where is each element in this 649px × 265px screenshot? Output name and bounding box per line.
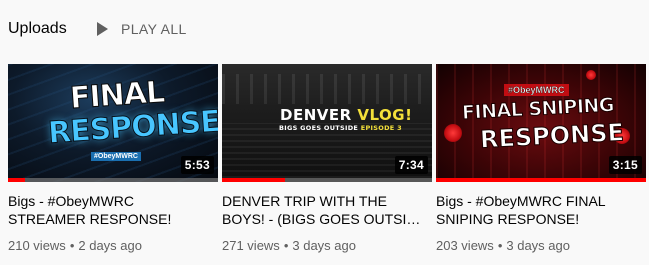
thumbnail-subtext-yellow: EPISODE 3 (360, 124, 402, 132)
thumbnail-text: DENVER VLOG! (280, 106, 412, 124)
watch-progress-bar (436, 178, 646, 182)
duration-badge: 3:15 (608, 156, 642, 174)
thumbnail-decoration (586, 70, 596, 80)
meta-separator: • (283, 238, 289, 253)
video-card[interactable]: DENVER VLOG! BIGS GOES OUTSIDE EPISODE 3… (222, 64, 432, 253)
thumbnail-text-white: DENVER (280, 106, 358, 124)
video-title[interactable]: Bigs - #ObeyMWRC STREAMER RESPONSE! (8, 192, 208, 228)
section-title: Uploads (8, 20, 67, 37)
video-thumbnail[interactable]: DENVER VLOG! BIGS GOES OUTSIDE EPISODE 3… (222, 64, 432, 182)
watch-progress-fill (222, 178, 285, 182)
upload-age: 3 days ago (506, 238, 570, 253)
duration-badge: 5:53 (180, 156, 214, 174)
video-thumbnail[interactable]: FINAL RESPONSE #ObeyMWRC 5:53 (8, 64, 218, 182)
duration-badge: 7:34 (394, 156, 428, 174)
watch-progress-fill (8, 178, 25, 182)
view-count: 271 views (222, 238, 280, 253)
video-title[interactable]: DENVER TRIP WITH THE BOYS! - (BIGS GOES … (222, 192, 422, 228)
thumbnail-background (222, 74, 432, 104)
watch-progress-fill (436, 178, 646, 182)
video-meta: 210 views • 2 days ago (8, 238, 218, 253)
section-header: Uploads (8, 18, 67, 40)
video-meta: 271 views • 3 days ago (222, 238, 432, 253)
meta-separator: • (69, 238, 75, 253)
thumbnail-text-yellow: VLOG! (357, 106, 413, 124)
video-title[interactable]: Bigs - #ObeyMWRC FINAL SNIPING RESPONSE! (436, 192, 636, 228)
view-count: 203 views (436, 238, 494, 253)
view-count: 210 views (8, 238, 66, 253)
video-thumbnail[interactable]: #ObeyMWRC FINAL SNIPING RESPONSE 3:15 (436, 64, 646, 182)
play-all-button[interactable]: PLAY ALL (97, 18, 187, 40)
upload-age: 2 days ago (78, 238, 142, 253)
play-all-label: PLAY ALL (121, 21, 187, 37)
watch-progress-bar (8, 178, 218, 182)
thumbnail-tag: #ObeyMWRC (504, 84, 569, 96)
video-card[interactable]: #ObeyMWRC FINAL SNIPING RESPONSE 3:15 Bi… (436, 64, 646, 253)
watch-progress-bar (222, 178, 432, 182)
thumbnail-subtext-white: BIGS GOES OUTSIDE (279, 124, 361, 132)
thumbnail-subtext: BIGS GOES OUTSIDE EPISODE 3 (279, 124, 402, 132)
play-icon (97, 22, 108, 36)
thumbnail-decoration (444, 124, 462, 142)
video-card[interactable]: FINAL RESPONSE #ObeyMWRC 5:53 Bigs - #Ob… (8, 64, 218, 253)
upload-age: 3 days ago (292, 238, 356, 253)
meta-separator: • (497, 238, 503, 253)
thumbnail-tag: #ObeyMWRC (91, 152, 141, 161)
video-meta: 203 views • 3 days ago (436, 238, 646, 253)
